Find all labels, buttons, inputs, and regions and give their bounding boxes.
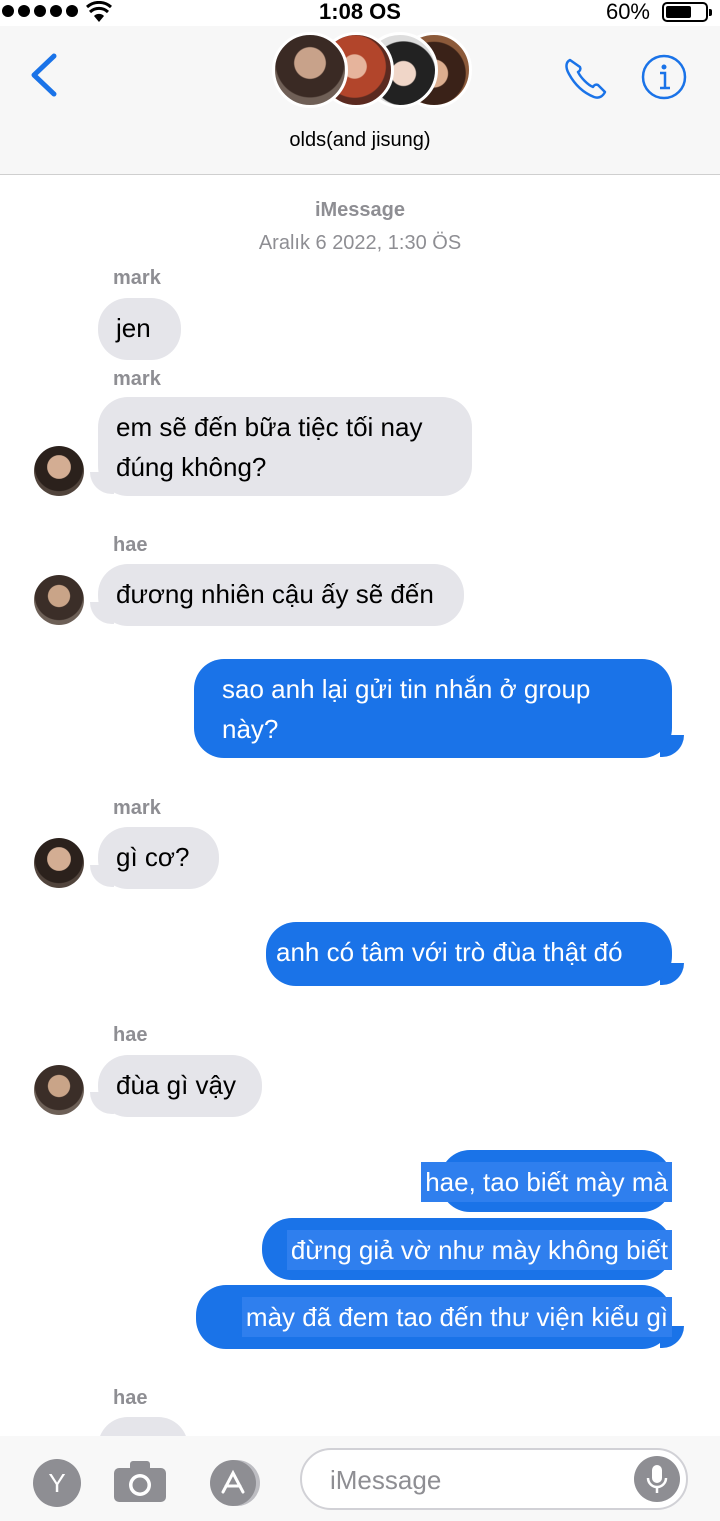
sender-name: hae xyxy=(113,1024,148,1046)
back-chevron-icon[interactable] xyxy=(26,52,66,98)
selected-text[interactable]: mày đã đem tao đến thư viện kiểu gì xyxy=(241,1297,672,1337)
selected-text[interactable]: đừng giả vờ như mày không biết xyxy=(286,1230,672,1270)
sender-avatar[interactable] xyxy=(34,446,84,496)
sender-avatar[interactable] xyxy=(34,1065,84,1115)
app-store-icon[interactable] xyxy=(206,1458,270,1508)
battery-percentage: 60% xyxy=(605,0,650,24)
sender-name: mark xyxy=(113,797,161,819)
group-avatars[interactable] xyxy=(272,32,472,114)
sender-avatar[interactable] xyxy=(34,838,84,888)
sender-name: hae xyxy=(113,534,148,556)
phone-icon[interactable] xyxy=(562,54,610,100)
avatar xyxy=(272,32,348,108)
app-drawer-button[interactable]: Y xyxy=(33,1459,81,1507)
service-label: iMessage xyxy=(314,199,406,221)
message-bubble-incoming[interactable]: đùa gì vậy xyxy=(98,1055,262,1117)
message-input-placeholder: iMessage xyxy=(330,1465,442,1495)
message-bubble-outgoing[interactable]: đừng giả vờ như mày không biết xyxy=(262,1218,672,1280)
message-bubble-outgoing[interactable]: mày đã đem tao đến thư viện kiểu gì xyxy=(196,1285,672,1349)
message-bubble-incoming[interactable]: jen xyxy=(98,298,181,360)
sender-name: mark xyxy=(113,267,161,289)
selected-text[interactable]: hae, tao biết mày mà xyxy=(421,1162,672,1202)
conversation-header: olds(and jisung) xyxy=(0,26,720,175)
group-name[interactable]: olds(and jisung) xyxy=(0,129,720,152)
status-bar: 1:08 OS 60% xyxy=(0,0,720,26)
message-bubble-incoming[interactable]: gì cơ? xyxy=(98,827,219,889)
message-bubble-outgoing[interactable]: anh có tâm với trò đùa thật đó xyxy=(266,922,672,986)
sender-name: hae xyxy=(113,1387,148,1409)
conversation-timestamp: Aralık 6 2022, 1:30 ÖS xyxy=(258,232,462,254)
message-bubble-incoming[interactable]: đương nhiên cậu ấy sẽ đến xyxy=(98,564,464,626)
message-input[interactable]: iMessage xyxy=(300,1448,688,1510)
message-input-bar: Y iMessage xyxy=(0,1436,720,1521)
message-bubble-outgoing[interactable]: sao anh lại gửi tin nhắn ở group này? xyxy=(194,659,672,758)
camera-icon[interactable] xyxy=(112,1458,168,1504)
info-icon[interactable] xyxy=(641,54,687,100)
message-bubble-incoming[interactable]: em sẽ đến bữa tiệc tối nay đúng không? xyxy=(98,397,472,496)
sender-name: mark xyxy=(113,368,161,390)
battery-icon xyxy=(662,2,712,22)
microphone-icon[interactable] xyxy=(634,1456,680,1502)
message-bubble-outgoing[interactable]: hae, tao biết mày mà xyxy=(421,1150,672,1212)
sender-avatar[interactable] xyxy=(34,575,84,625)
